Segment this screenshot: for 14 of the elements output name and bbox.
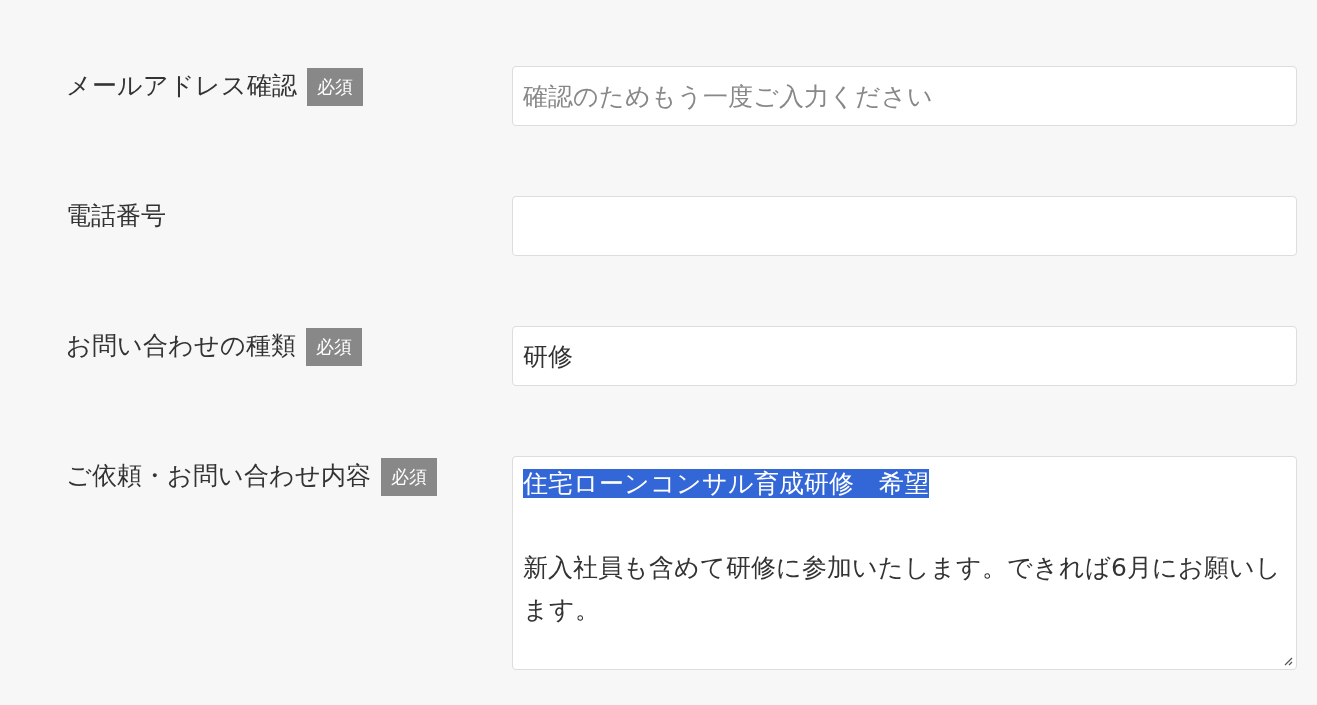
resize-grip-icon[interactable] [1283, 656, 1293, 666]
field-label: お問い合わせの種類 [66, 330, 296, 362]
required-badge: 必須 [307, 68, 363, 106]
required-badge: 必須 [306, 328, 362, 366]
field-label: 電話番号 [66, 200, 166, 232]
field-label: ご依頼・お問い合わせ内容 [66, 460, 371, 492]
input-field[interactable]: 確認のためもう一度ご入力ください [512, 66, 1297, 126]
field-label: メールアドレス確認 [66, 70, 297, 102]
required-badge: 必須 [381, 458, 437, 496]
selected-text: 住宅ローンコンサル育成研修 希望 [523, 469, 929, 498]
input-field[interactable] [512, 196, 1297, 256]
input-field[interactable]: 研修 [512, 326, 1297, 386]
textarea-field[interactable]: 住宅ローンコンサル育成研修 希望 新入社員も含めて研修に参加いたします。できれば6月にお願いします。 [512, 456, 1297, 670]
paragraph-text: 新入社員も含めて研修に参加いたします。できれば6月にお願いします。 [523, 553, 1281, 624]
